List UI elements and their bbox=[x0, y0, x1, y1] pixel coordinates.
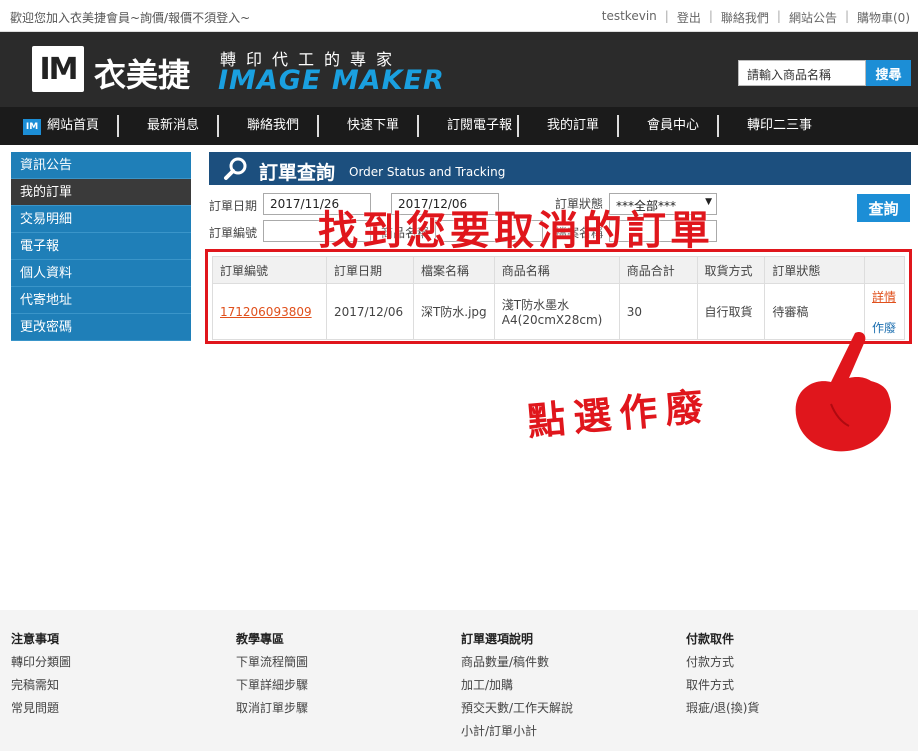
footer-link[interactable]: 付款方式 bbox=[686, 653, 759, 670]
detail-link[interactable]: 詳情 bbox=[872, 288, 897, 305]
footer-heading: 注意事項 bbox=[11, 632, 60, 646]
pickup-cell: 自行取貨 bbox=[696, 283, 766, 340]
footer-col-options: 訂單選項說明 商品數量/稿件數 加工/加購 預交天數/工作天解說 小計/訂單小計 bbox=[461, 630, 573, 745]
col-file-name: 檔案名稱 bbox=[412, 256, 495, 284]
footer-col-tutorial: 教學專區 下單流程簡圖 下單詳細步驟 取消訂單步驟 bbox=[236, 630, 308, 722]
page-title: 訂單查詢 bbox=[259, 162, 336, 184]
col-product-name: 商品名稱 bbox=[493, 256, 620, 284]
member-sidebar: 資訊公告 我的訂單 交易明細 電子報 個人資料 代寄地址 更改密碼 bbox=[11, 152, 191, 341]
sidebar-item-newsletter[interactable]: 電子報 bbox=[11, 233, 191, 260]
logo-icon[interactable]: IM bbox=[32, 46, 84, 92]
nav-logo-icon: IM bbox=[23, 119, 41, 135]
order-table: 訂單編號 訂單日期 檔案名稱 商品名稱 商品合計 取貨方式 訂單狀態 17120… bbox=[212, 256, 905, 340]
welcome-message: 歡迎您加入衣美捷會員~詢價/報價不須登入~ bbox=[10, 11, 251, 25]
total-cell: 30 bbox=[618, 283, 698, 340]
col-total: 商品合計 bbox=[618, 256, 698, 284]
date-label: 訂單日期 bbox=[209, 199, 258, 213]
footer-link[interactable]: 預交天數/工作天解說 bbox=[461, 699, 573, 716]
footer-link[interactable]: 轉印分類圖 bbox=[11, 653, 71, 670]
order-no-link[interactable]: 171206093809 bbox=[212, 283, 327, 340]
announcement-link[interactable]: 網站公告 bbox=[789, 9, 837, 26]
brand-name: 衣美捷 bbox=[94, 56, 191, 94]
top-bar: 歡迎您加入衣美捷會員~詢價/報價不須登入~ testkevin | 登出 | 聯… bbox=[0, 0, 918, 32]
footer-link[interactable]: 常見問題 bbox=[11, 699, 71, 716]
sidebar-item-ship-address[interactable]: 代寄地址 bbox=[11, 287, 191, 314]
search-icon bbox=[224, 157, 247, 180]
sidebar-item-change-password[interactable]: 更改密碼 bbox=[11, 314, 191, 341]
sidebar-item-transactions[interactable]: 交易明細 bbox=[11, 206, 191, 233]
sidebar-item-my-orders[interactable]: 我的訂單 bbox=[11, 179, 191, 206]
site-header: IM 衣美捷 轉印代工的專家 IMAGE MAKER 請輸入商品名稱 搜尋 bbox=[0, 32, 918, 107]
search-input[interactable]: 請輸入商品名稱 bbox=[738, 60, 866, 86]
pointing-hand-icon bbox=[795, 331, 891, 452]
instruction-annotation: 找到您要取消的訂單 bbox=[318, 208, 714, 254]
col-actions bbox=[864, 256, 905, 284]
footer-col-payment: 付款取件 付款方式 取件方式 瑕疵/退(換)貨 bbox=[686, 630, 759, 722]
footer-link[interactable]: 下單流程簡圖 bbox=[236, 653, 308, 670]
nav-member-center[interactable]: 會員中心 bbox=[647, 107, 699, 145]
page-subtitle: Order Status and Tracking bbox=[349, 165, 506, 179]
col-status: 訂單狀態 bbox=[764, 256, 866, 284]
main-nav: IM 網站首頁 最新消息 聯絡我們 快速下單 訂閱電子報 我的訂單 會員中心 轉… bbox=[0, 107, 918, 145]
sidebar-item-profile[interactable]: 個人資料 bbox=[11, 260, 191, 287]
footer-link[interactable]: 小計/訂單小計 bbox=[461, 722, 573, 739]
nav-contact[interactable]: 聯絡我們 bbox=[247, 107, 299, 145]
footer-link[interactable]: 瑕疵/退(換)貨 bbox=[686, 699, 759, 716]
top-links: testkevin | 登出 | 聯絡我們 | 網站公告 | 購物車(0) bbox=[601, 9, 910, 26]
col-pickup: 取貨方式 bbox=[696, 256, 766, 284]
nav-transfer-stories[interactable]: 轉印二三事 bbox=[747, 107, 812, 145]
brand-english: IMAGE MAKER bbox=[218, 65, 445, 96]
query-button[interactable]: 查詢 bbox=[857, 194, 910, 222]
col-order-no: 訂單編號 bbox=[212, 256, 327, 284]
nav-quick-order[interactable]: 快速下單 bbox=[347, 107, 399, 145]
footer-link[interactable]: 下單詳細步驟 bbox=[236, 676, 308, 693]
footer-link[interactable]: 取消訂單步驟 bbox=[236, 699, 308, 716]
order-date-cell: 2017/12/06 bbox=[325, 283, 414, 340]
footer-link[interactable]: 完稿需知 bbox=[11, 676, 71, 693]
user-link[interactable]: testkevin bbox=[602, 9, 657, 26]
search-button[interactable]: 搜尋 bbox=[866, 60, 911, 86]
nav-home[interactable]: 網站首頁 bbox=[47, 107, 99, 145]
file-name-cell: 深T防水.jpg bbox=[412, 283, 495, 340]
site-footer: 注意事項 轉印分類圖 完稿需知 常見問題 教學專區 下單流程簡圖 下單詳細步驟 … bbox=[0, 610, 918, 751]
footer-heading: 付款取件 bbox=[686, 632, 735, 646]
cart-link[interactable]: 購物車(0) bbox=[857, 9, 910, 26]
order-no-label: 訂單編號 bbox=[209, 226, 258, 240]
col-order-date: 訂單日期 bbox=[325, 256, 414, 284]
footer-heading: 訂單選項說明 bbox=[461, 632, 534, 646]
footer-col-notes: 注意事項 轉印分類圖 完稿需知 常見問題 bbox=[11, 630, 71, 722]
nav-my-orders[interactable]: 我的訂單 bbox=[547, 107, 599, 145]
product-name-cell: 淺T防水墨水A4(20cmX28cm) bbox=[493, 283, 620, 340]
nav-newsletter[interactable]: 訂閱電子報 bbox=[447, 107, 512, 145]
footer-link[interactable]: 取件方式 bbox=[686, 676, 759, 693]
click-annotation: 點選作廢 bbox=[525, 384, 713, 444]
footer-link[interactable]: 商品數量/稿件數 bbox=[461, 653, 573, 670]
footer-heading: 教學專區 bbox=[236, 632, 285, 646]
footer-link[interactable]: 加工/加購 bbox=[461, 676, 573, 693]
sidebar-item-announcements[interactable]: 資訊公告 bbox=[11, 152, 191, 179]
logout-link[interactable]: 登出 bbox=[677, 9, 701, 26]
contact-link[interactable]: 聯絡我們 bbox=[721, 9, 769, 26]
nav-news[interactable]: 最新消息 bbox=[147, 107, 199, 145]
order-query-header: 訂單查詢 Order Status and Tracking bbox=[209, 152, 911, 185]
